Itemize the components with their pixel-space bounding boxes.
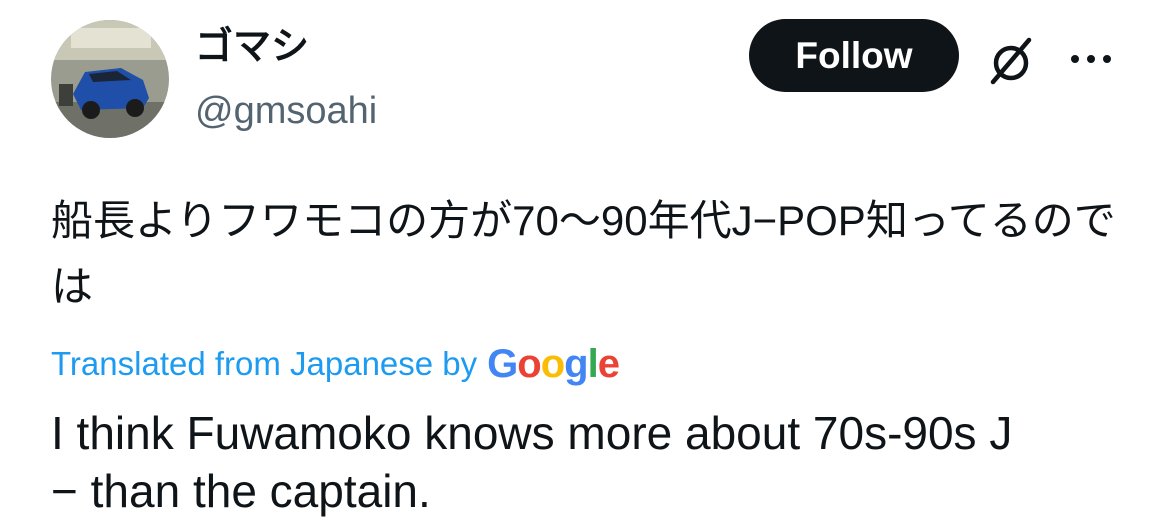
display-name[interactable]: ゴマシ — [195, 22, 309, 72]
translated-from-label[interactable]: Translated from Japanese by — [51, 336, 477, 392]
more-horizontal-icon[interactable] — [1066, 48, 1116, 70]
car-photo-avatar-image — [51, 20, 169, 138]
translated-text: I think Fuwamoko knows more about 70s-90… — [51, 407, 1013, 517]
google-logo: Google — [487, 342, 620, 386]
slashed-circle-icon[interactable] — [985, 35, 1037, 87]
tweet-text: 船長よりフワモコの方が70〜90年代J−POP知ってるのでは — [51, 197, 1116, 310]
follow-button[interactable]: Follow — [749, 19, 959, 92]
translation-attribution[interactable]: Translated from Japanese by Google — [51, 336, 620, 392]
avatar[interactable] — [51, 20, 169, 138]
user-handle[interactable]: @gmsoahi — [195, 86, 377, 136]
